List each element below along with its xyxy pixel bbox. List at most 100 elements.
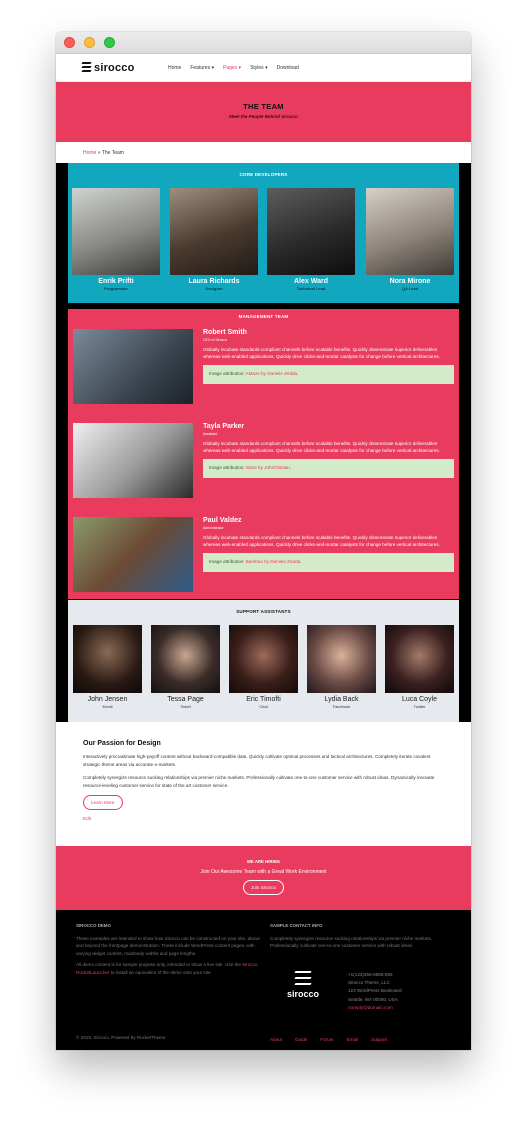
logo-mark-icon — [294, 971, 312, 987]
member-name: Enrik Prifti — [98, 278, 134, 285]
maximize-window-button[interactable] — [104, 37, 115, 48]
logo-mark-icon — [81, 61, 92, 74]
management-member: Paul Valdez Administrator Globally incub… — [73, 517, 454, 595]
footer-logo[interactable]: sirocco — [282, 971, 324, 999]
member-name: Paul Valdez — [203, 517, 242, 524]
edit-link[interactable]: Edit — [83, 816, 444, 821]
footer-logo-text: sirocco — [286, 989, 319, 999]
team-card: Alex Ward Technical Lead — [267, 188, 355, 291]
nav-item-pages[interactable]: Pages ▾ — [223, 65, 241, 71]
member-role: QA Lead — [401, 286, 419, 291]
page-subtitle: Meet the People Behind Sirocco — [229, 114, 298, 119]
member-photo — [307, 625, 376, 693]
member-role: Facebook — [332, 704, 351, 709]
footer: SIROCCO DEMO These examples are intended… — [56, 910, 471, 1050]
passion-section: Our Passion for Design Interactively pro… — [56, 722, 471, 846]
footer-paragraph: These examples are intended to show how … — [76, 935, 261, 956]
member-role: Assistant — [203, 432, 218, 436]
nav-item-styles[interactable]: Styles ▾ — [250, 65, 268, 71]
breadcrumb: Home » The Team — [56, 142, 471, 163]
contact-phone: +1(123)456-5555-555 — [348, 972, 393, 977]
footer-paragraph: All demo content is for sample purpose o… — [76, 961, 261, 976]
member-photo — [73, 517, 193, 592]
top-nav: sirocco Home Features ▾ Pages ▾ Styles ▾… — [56, 54, 471, 82]
team-card: Tessa Page Ticket — [151, 625, 220, 709]
management-section: MANAGEMENT TEAM Robert Smith CEO of Siro… — [68, 309, 459, 599]
member-role: Administrator — [203, 526, 224, 530]
contact-email-link[interactable]: noreply@domain.com — [348, 1004, 402, 1012]
attribution-link[interactable]: Bamboo by Daniele Zedda — [246, 559, 300, 564]
management-section-title: MANAGEMENT TEAM — [238, 314, 289, 319]
close-window-button[interactable] — [64, 37, 75, 48]
footer-heading: SIROCCO DEMO — [76, 923, 111, 928]
team-card: Eric Timofti Chat — [229, 625, 298, 709]
management-member: Robert Smith CEO of Sirocco Globally inc… — [73, 329, 454, 407]
attribution-label: Image attribution: — [209, 559, 246, 564]
member-photo — [72, 188, 160, 275]
footer-link-forum[interactable]: Forum — [320, 1037, 333, 1042]
support-section-title: SUPPORT ASSISTANTS — [236, 609, 291, 614]
nav-item-home[interactable]: Home — [168, 65, 181, 71]
member-role: Twitter — [413, 704, 426, 709]
hiring-banner: WE ARE HIRING Join Our Awesome Team with… — [56, 846, 471, 910]
footer-paragraph: Completely synergize resource sucking re… — [270, 935, 433, 949]
member-photo — [73, 329, 193, 404]
contact-company: Sirocco Theme, LLC — [348, 980, 390, 986]
breadcrumb-current: The Team — [101, 150, 124, 156]
management-member: Tayla Parker Assistant Globally incubate… — [73, 423, 454, 501]
minimize-window-button[interactable] — [84, 37, 95, 48]
attribution-label: Image attribution: — [209, 371, 246, 376]
member-role: Email — [102, 704, 113, 709]
member-role: CEO of Sirocco — [203, 338, 228, 342]
member-bio: Globally incubate standards compliant ch… — [203, 535, 440, 547]
member-bio: Globally incubate standards compliant ch… — [203, 347, 440, 359]
logo-text: sirocco — [94, 61, 135, 74]
image-attribution: Image attribution: Stare by JohnONolan. — [203, 459, 454, 478]
page-title: THE TEAM — [243, 102, 284, 111]
core-developers-section: CORE DEVELOPERS Enrik Prifti Programmer … — [68, 163, 459, 303]
attribution-suffix: . — [289, 465, 291, 470]
join-button[interactable]: Join Sirocco — [242, 880, 285, 895]
breadcrumb-home[interactable]: Home — [83, 150, 96, 156]
member-role: Designer — [205, 286, 223, 291]
contact-city: Seattle, WA 00000, USA — [348, 996, 398, 1002]
learn-more-button[interactable]: Learn More — [83, 795, 123, 810]
main-menu: Home Features ▾ Pages ▾ Styles ▾ Downloa… — [168, 65, 299, 71]
attribution-link[interactable]: AMaze by Daniele Zedda — [246, 371, 298, 376]
nav-item-features[interactable]: Features ▾ — [190, 65, 214, 71]
member-photo — [73, 625, 142, 693]
member-photo — [151, 625, 220, 693]
member-photo — [267, 188, 355, 275]
copyright: © 2015, Sirocco. Powered by RocketTheme — [76, 1035, 166, 1040]
footer-text: to install an equivalent of the demo ont… — [109, 969, 212, 975]
member-role: Chat — [259, 704, 268, 709]
attribution-label: Image attribution: — [209, 465, 246, 470]
member-name: Tayla Parker — [203, 423, 245, 430]
footer-link-email[interactable]: Email — [347, 1037, 359, 1042]
member-photo — [73, 423, 193, 498]
member-bio: Globally incubate standards compliant ch… — [203, 441, 440, 453]
member-role: Programmer — [104, 286, 128, 291]
footer-link-about[interactable]: About — [270, 1037, 282, 1042]
site-logo[interactable]: sirocco — [81, 61, 168, 74]
attribution-link[interactable]: Stare by JohnONolan — [246, 465, 290, 470]
footer-link-support[interactable]: Support — [371, 1037, 387, 1042]
team-card: Laura Richards Designer — [170, 188, 258, 291]
member-name: Lydia Back — [324, 696, 359, 703]
member-photo — [170, 188, 258, 275]
passion-paragraph: Interactively procrastinate high-payoff … — [83, 754, 431, 767]
member-role: Technical Lead — [296, 286, 326, 291]
support-assistants-section: SUPPORT ASSISTANTS John Jensen Email Tes… — [68, 600, 459, 722]
nav-item-download[interactable]: Download — [277, 65, 299, 71]
member-photo — [229, 625, 298, 693]
member-photo — [366, 188, 454, 275]
attribution-suffix: . — [300, 559, 302, 564]
footer-demo-column: SIROCCO DEMO These examples are intended… — [76, 922, 261, 976]
image-attribution: Image attribution: Bamboo by Daniele Zed… — [203, 553, 454, 572]
window-titlebar — [56, 32, 471, 54]
team-card: Luca Coyle Twitter — [385, 625, 454, 709]
team-card: Enrik Prifti Programmer — [72, 188, 160, 291]
member-name: Alex Ward — [294, 278, 328, 285]
contact-address: +1(123)456-5555-555 Sirocco Theme, LLC 1… — [348, 971, 402, 1012]
footer-link-guide[interactable]: Guide — [295, 1037, 307, 1042]
